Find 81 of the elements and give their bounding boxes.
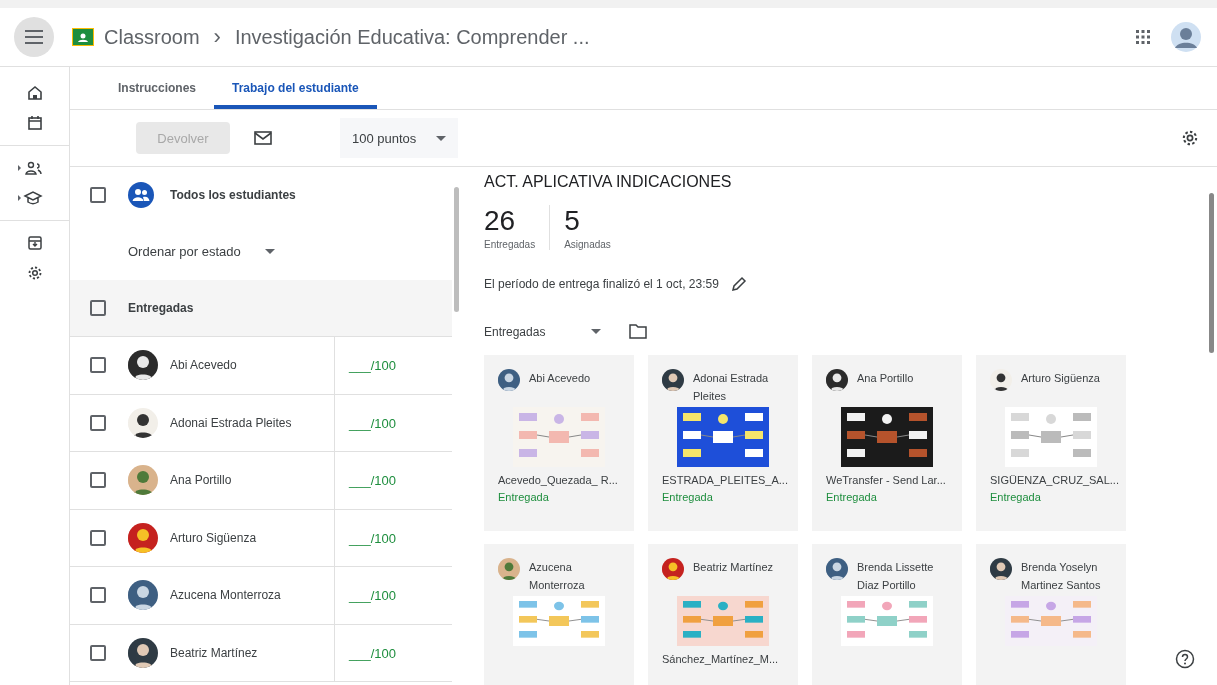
- student-name[interactable]: Abi Acevedo: [170, 358, 237, 373]
- sort-dropdown[interactable]: Ordenar por estado: [128, 244, 275, 259]
- attachment-name[interactable]: SIGÜENZA_CRUZ_SAL...: [990, 473, 1119, 488]
- student-name: Brenda Yoselyn Martinez Santos: [1021, 560, 1102, 593]
- due-date-note: El período de entrega finalizó el 1 oct, 23:59: [484, 277, 719, 291]
- grade-field[interactable]: ___/100: [349, 588, 396, 604]
- help-icon[interactable]: [1175, 649, 1195, 669]
- submission-card[interactable]: Ana Portillo WeTransfer - Send Lar... Entregada: [812, 355, 962, 531]
- grade-field[interactable]: ___/100: [349, 415, 396, 431]
- filter-dropdown[interactable]: Entregadas: [484, 324, 602, 339]
- tab[interactable]: Trabajo del estudiante: [214, 67, 377, 109]
- all-students-label[interactable]: Todos los estudiantes: [170, 188, 296, 202]
- checkbox[interactable]: [90, 644, 106, 661]
- breadcrumb-separator: ›: [213, 24, 221, 50]
- caret-icon: [264, 249, 275, 254]
- settings-icon[interactable]: [1181, 129, 1199, 147]
- attachment-name[interactable]: WeTransfer - Send Lar...: [826, 473, 946, 488]
- student-name: Beatriz Martínez: [693, 560, 774, 575]
- student-name: Ana Portillo: [857, 371, 914, 386]
- grade-field[interactable]: ___/100: [349, 530, 396, 546]
- menu-icon: [25, 30, 43, 44]
- checkbox[interactable]: [90, 300, 106, 316]
- stat-value: 5: [564, 205, 581, 237]
- grade-field[interactable]: ___/100: [349, 358, 396, 374]
- submission-card[interactable]: Arturo Sigüenza SIGÜENZA_CRUZ_SAL... Entregada: [976, 355, 1126, 531]
- menu-button[interactable]: [14, 17, 54, 57]
- assignment-title: ACT. APLICATIVA INDICACIONES: [484, 173, 733, 191]
- student-name: Azucena Monterroza: [529, 560, 586, 593]
- graduation-cap-icon[interactable]: [16, 190, 43, 206]
- app-name[interactable]: Classroom: [104, 25, 200, 49]
- settings-icon[interactable]: [26, 265, 43, 281]
- student-name: Adonai Estrada Pleites: [693, 371, 770, 404]
- submission-card[interactable]: Beatriz Martínez Sánchez_Martínez_M...: [648, 544, 798, 685]
- home-icon[interactable]: [26, 85, 43, 101]
- checkbox[interactable]: [90, 357, 106, 374]
- student-name[interactable]: Ana Portillo: [170, 473, 232, 488]
- student-name: Abi Acevedo: [529, 371, 591, 386]
- edit-icon[interactable]: [730, 276, 747, 292]
- attachment-name[interactable]: ESTRADA_PLEITES_A...: [662, 473, 788, 488]
- student-name[interactable]: Adonai Estrada Pleites: [170, 415, 292, 430]
- checkbox[interactable]: [90, 187, 106, 203]
- apps-grid-icon[interactable]: [1135, 29, 1151, 45]
- student-name: Brenda Lissette Diaz Portillo: [857, 560, 935, 593]
- user-avatar[interactable]: [1171, 22, 1201, 52]
- folder-icon[interactable]: [629, 324, 648, 339]
- group-icon: [128, 182, 154, 208]
- grade-field[interactable]: ___/100: [349, 473, 396, 489]
- checkbox[interactable]: [90, 529, 106, 546]
- student-name[interactable]: Arturo Sigüenza: [170, 530, 257, 545]
- attachment-name[interactable]: Sánchez_Martínez_M...: [662, 652, 779, 667]
- checkbox[interactable]: [90, 414, 106, 431]
- calendar-icon[interactable]: [26, 115, 43, 131]
- submission-card[interactable]: Brenda Lissette Diaz Portillo: [812, 544, 962, 685]
- grade-field[interactable]: ___/100: [349, 645, 396, 661]
- points-dropdown[interactable]: 100 puntos: [340, 118, 459, 158]
- status-label: Entregada: [826, 491, 877, 503]
- status-label: Entregada: [662, 491, 713, 503]
- caret-icon: [591, 329, 602, 334]
- group-label: Entregadas: [128, 301, 194, 315]
- caret-icon: [436, 135, 447, 141]
- stat-label: Entregadas: [484, 239, 536, 250]
- student-name[interactable]: Beatriz Martínez: [170, 645, 258, 660]
- status-label: Entregada: [990, 491, 1041, 503]
- people-icon[interactable]: [16, 160, 43, 176]
- checkbox[interactable]: [90, 587, 106, 604]
- submission-card[interactable]: Azucena Monterroza: [484, 544, 634, 685]
- submission-card[interactable]: Adonai Estrada Pleites ESTRADA_PLEITES_A... Entregada: [648, 355, 798, 531]
- archive-icon[interactable]: [26, 235, 43, 251]
- submission-card[interactable]: Brenda Yoselyn Martinez Santos: [976, 544, 1126, 685]
- email-icon[interactable]: [254, 131, 272, 145]
- status-label: Entregada: [498, 491, 549, 503]
- stat-value: 26: [484, 205, 517, 237]
- student-name[interactable]: Azucena Monterroza: [170, 588, 281, 603]
- classroom-logo-icon: [72, 28, 94, 46]
- stat-label: Asignadas: [564, 239, 611, 250]
- submission-card[interactable]: Abi Acevedo Acevedo_Quezada_ R... Entregada: [484, 355, 634, 531]
- checkbox[interactable]: [90, 472, 106, 489]
- tab[interactable]: Instrucciones: [100, 67, 215, 109]
- student-name: Arturo Sigüenza: [1021, 371, 1100, 386]
- class-title: Investigación Educativa: Comprender ...: [234, 25, 590, 49]
- attachment-name[interactable]: Acevedo_Quezada_ R...: [498, 473, 618, 488]
